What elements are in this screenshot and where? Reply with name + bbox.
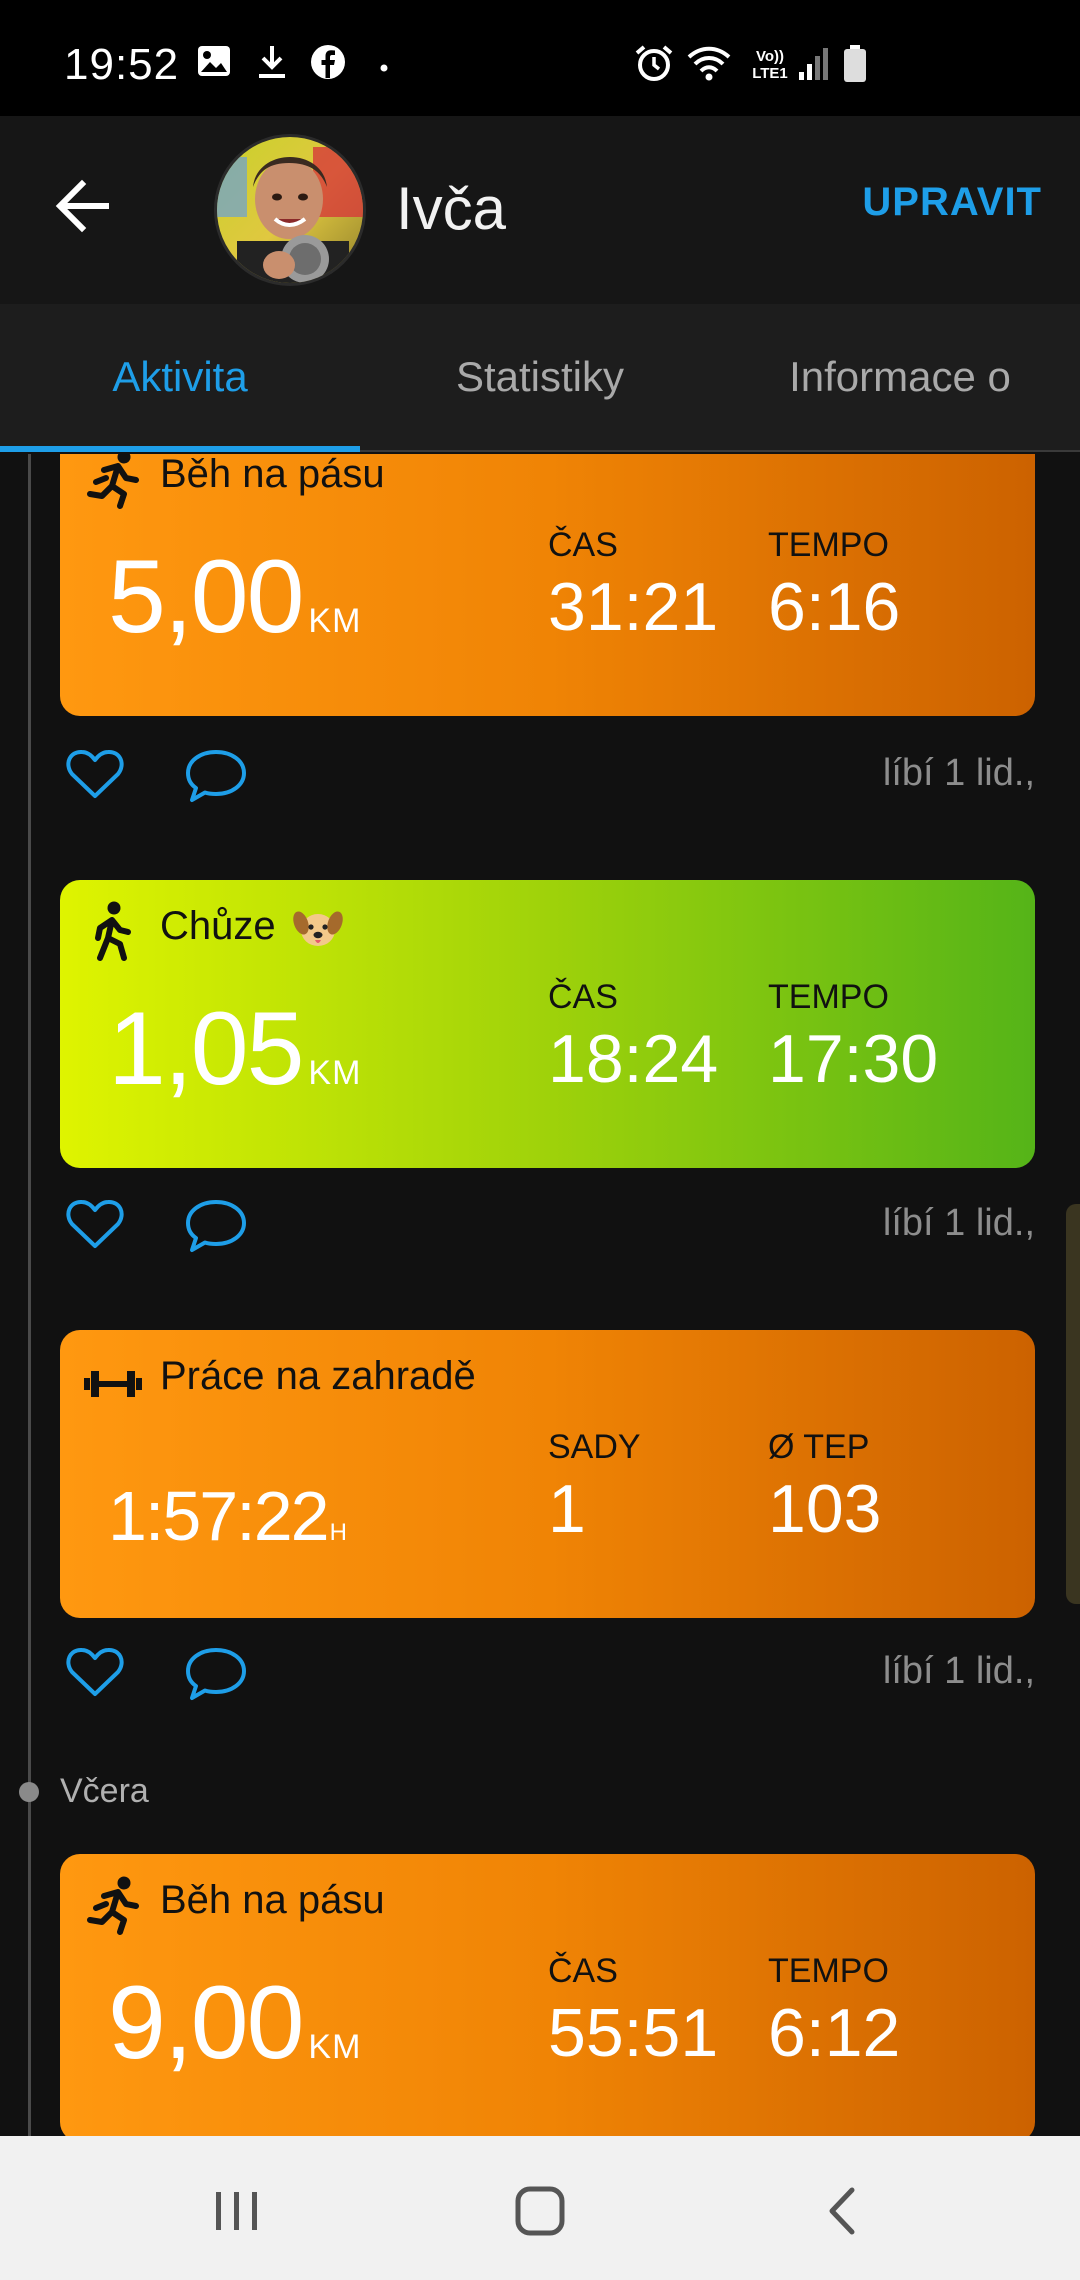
distance-value: 5,00: [108, 539, 304, 655]
stat-label: ČAS: [548, 978, 618, 1016]
comment-icon[interactable]: [184, 1198, 248, 1254]
activity-feed[interactable]: Běh na pásu 5,00 KM ČAS 31:21 TEMPO 6:16 …: [0, 454, 1080, 2136]
day-label: Včera: [60, 1772, 149, 1810]
stat-label: ČAS: [548, 1952, 618, 1990]
status-bar: 19:52 Vo)) LTE1: [0, 0, 1080, 116]
activity-card[interactable]: Běh na pásu 9,00 KM ČAS 55:51 TEMPO 6:12: [60, 1854, 1035, 2136]
status-time: 19:52: [64, 40, 180, 89]
stat-label: TEMPO: [768, 526, 889, 564]
activity-title: Práce na zahradě: [160, 1354, 476, 1398]
distance-value: 1,05: [108, 991, 304, 1107]
tab-indicator: [0, 446, 360, 452]
battery-icon: [844, 45, 866, 82]
heart-icon[interactable]: [66, 1198, 124, 1250]
tab-label: Aktivita: [112, 353, 248, 400]
activity-actions: líbí 1 lid.,: [60, 1632, 1035, 1712]
activity-distance: 1,05 KM: [108, 990, 361, 1109]
likes-count[interactable]: líbí 1 lid.,: [883, 752, 1035, 795]
likes-count[interactable]: líbí 1 lid.,: [883, 1650, 1035, 1693]
avatar-image: [217, 137, 363, 283]
duration-value: 1:57:22: [108, 1477, 330, 1555]
scroll-handle[interactable]: [1066, 1204, 1080, 1604]
arrow-left-icon[interactable]: [44, 166, 124, 246]
likes-count[interactable]: líbí 1 lid.,: [883, 1202, 1035, 1245]
tab-activity[interactable]: Aktivita: [0, 304, 360, 452]
stat-value: 17:30: [768, 1021, 939, 1097]
activity-card[interactable]: Běh na pásu 5,00 KM ČAS 31:21 TEMPO 6:16: [60, 454, 1035, 716]
tab-information[interactable]: Informace o: [720, 304, 1080, 450]
stat-value: 55:51: [548, 1995, 719, 2071]
distance-unit: KM: [308, 1054, 362, 1092]
heart-icon[interactable]: [66, 1646, 124, 1698]
comment-icon[interactable]: [184, 748, 248, 804]
stat-label: ČAS: [548, 526, 618, 564]
stat-value: 18:24: [548, 1021, 719, 1097]
stat-label: TEMPO: [768, 1952, 889, 1990]
activity-title: Běh na pásu: [160, 454, 385, 496]
distance-value: 9,00: [108, 1965, 304, 2081]
dog-face-icon: [292, 911, 343, 947]
comment-icon[interactable]: [184, 1646, 248, 1702]
activity-duration: 1:57:22H: [108, 1476, 348, 1556]
distance-unit: KM: [308, 2028, 362, 2066]
activity-distance: 9,00 KM: [108, 1964, 361, 2083]
stat-value: 103: [768, 1471, 882, 1547]
stat-label: Ø TEP: [768, 1428, 870, 1466]
running-icon: [87, 1876, 139, 1935]
stat-value: 6:16: [768, 569, 901, 645]
activity-actions: líbí 1 lid.,: [60, 1184, 1035, 1264]
stat-label: SADY: [548, 1428, 641, 1466]
activity-title: Běh na pásu: [160, 1878, 385, 1922]
back-icon[interactable]: [808, 2176, 878, 2246]
stat-value: 31:21: [548, 569, 719, 645]
recents-icon[interactable]: [202, 2176, 272, 2246]
signal-icon: [799, 48, 828, 80]
download-icon: [259, 46, 285, 78]
stat-value: 6:12: [768, 1995, 901, 2071]
activity-title: Chůze: [160, 904, 343, 951]
walking-icon: [95, 901, 131, 961]
edit-button[interactable]: UPRAVIT: [862, 180, 1042, 225]
tab-label: Statistiky: [455, 353, 625, 400]
gallery-icon: [198, 46, 230, 76]
app-header: Ivča UPRAVIT: [0, 116, 1080, 304]
tab-bar: Aktivita Statistiky Informace o: [0, 304, 1080, 452]
stat-label: TEMPO: [768, 978, 889, 1016]
profile-name: Ivča: [396, 175, 507, 242]
activity-distance: 5,00 KM: [108, 538, 361, 657]
system-nav-bar: [0, 2136, 1080, 2280]
alarm-icon: [635, 45, 673, 81]
stat-value: 1: [548, 1471, 586, 1547]
activity-actions: líbí 1 lid.,: [60, 734, 1035, 814]
wifi-icon: [687, 46, 731, 81]
timeline-line: [28, 454, 31, 2136]
volte-icon: Vo)) LTE1: [740, 48, 800, 82]
home-icon[interactable]: [505, 2176, 575, 2246]
heart-icon[interactable]: [66, 748, 124, 800]
distance-unit: KM: [308, 602, 362, 640]
activity-title-text: Chůze: [160, 904, 276, 948]
activity-card[interactable]: Chůze 1,05 KM ČAS 18:24 TEMPO 17:30: [60, 880, 1035, 1168]
duration-unit: H: [329, 1519, 348, 1546]
tab-statistics[interactable]: Statistiky: [360, 304, 720, 450]
activity-card[interactable]: Práce na zahradě 1:57:22H SADY 1 Ø TEP 1…: [60, 1330, 1035, 1618]
network-label: Vo)) LTE1: [752, 48, 788, 82]
facebook-icon: [311, 45, 345, 79]
tab-label: Informace o: [789, 353, 1011, 400]
avatar[interactable]: [214, 134, 366, 286]
dot-icon: [380, 64, 388, 72]
dumbbell-icon: [84, 1371, 142, 1397]
running-icon: [87, 454, 139, 509]
timeline-dot: [19, 1782, 39, 1802]
